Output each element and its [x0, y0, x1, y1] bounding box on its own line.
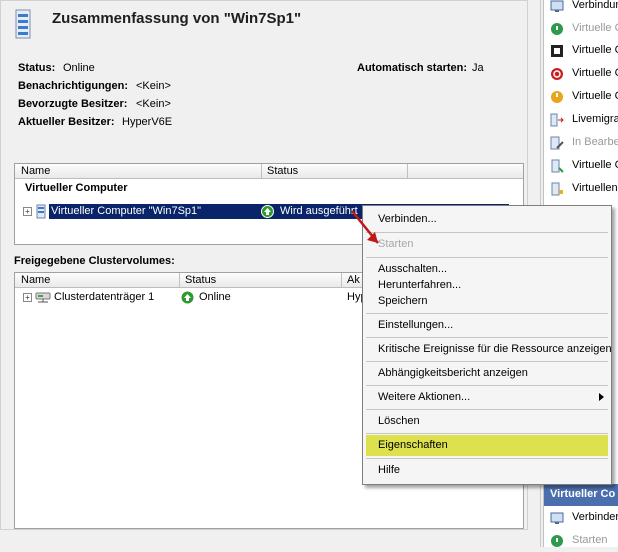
migration-icon: [550, 113, 564, 127]
volume-name: Clusterdatenträger 1: [54, 291, 155, 303]
action-vm-poweroff[interactable]: Virtuelle C: [544, 63, 618, 85]
menu-item-properties[interactable]: Eigenschaften: [366, 435, 608, 456]
online-status-icon: [181, 291, 194, 304]
preferred-owner-value: <Kein>: [136, 98, 171, 110]
cluster-disk-icon: [35, 292, 51, 303]
start-icon: [551, 23, 563, 35]
menu-separator: [366, 409, 608, 410]
autostart-value: Ja: [472, 62, 484, 74]
menu-separator: [366, 433, 608, 434]
menu-separator: [366, 257, 608, 258]
action-vm[interactable]: Virtuelle C: [544, 155, 618, 177]
action-vm-add[interactable]: Virtuellen: [544, 178, 618, 200]
vm-table-header: Name Status: [15, 164, 523, 179]
annotation-arrow-icon: [351, 210, 379, 244]
power-off-icon: [551, 68, 563, 80]
menu-separator: [366, 337, 608, 338]
vm-add-icon: [551, 182, 563, 196]
vol-col-status[interactable]: Status: [185, 274, 216, 286]
menu-separator: [366, 458, 608, 459]
current-owner-value: HyperV6E: [122, 116, 173, 128]
menu-item-start[interactable]: Starten: [366, 235, 608, 253]
running-status-icon: [261, 205, 274, 218]
action-in-progress[interactable]: In Bearbe: [544, 132, 618, 154]
edit-icon: [550, 136, 564, 150]
menu-separator: [366, 313, 608, 314]
vm-name: Virtueller Computer "Win7Sp1": [51, 205, 202, 217]
expand-toggle[interactable]: +: [23, 207, 32, 216]
start-icon: [551, 535, 563, 547]
menu-separator: [366, 361, 608, 362]
connect-icon: [550, 0, 564, 12]
shutdown-icon: [551, 91, 563, 103]
menu-item-settings[interactable]: Einstellungen...: [366, 316, 608, 334]
notify-label: Benachrichtigungen:: [18, 80, 129, 92]
menu-item-delete[interactable]: Löschen: [366, 412, 608, 430]
vol-col-name[interactable]: Name: [21, 274, 50, 286]
vm-group-header: Virtueller Computer: [25, 182, 128, 194]
status-value: Online: [63, 62, 95, 74]
action-vm-stop[interactable]: Virtuelle C: [544, 40, 618, 62]
vm-col-name[interactable]: Name: [21, 165, 50, 177]
vm-col-status[interactable]: Status: [267, 165, 298, 177]
connect-icon: [550, 512, 564, 524]
preferred-owner-label: Bevorzugte Besitzer:: [18, 98, 128, 110]
menu-item-dependency-report[interactable]: Abhängigkeitsbericht anzeigen: [366, 364, 608, 382]
actions-section-header[interactable]: Virtueller Co: [544, 484, 618, 506]
volume-status: Online: [199, 291, 231, 303]
menu-item-save[interactable]: Speichern: [366, 292, 608, 310]
status-label: Status:: [18, 62, 56, 74]
notify-value: <Kein>: [136, 80, 171, 92]
action-connect[interactable]: Verbindun: [544, 0, 618, 17]
action-vm-shutdown[interactable]: Virtuelle C: [544, 86, 618, 108]
vm-icon: [36, 204, 46, 219]
context-menu: Verbinden... Starten Ausschalten... Heru…: [362, 205, 612, 485]
page-title: Zusammenfassung von "Win7Sp1": [52, 10, 302, 27]
volumes-heading: Freigegebene Clustervolumes:: [14, 255, 175, 267]
menu-item-critical-events[interactable]: Kritische Ereignisse für die Ressource a…: [366, 340, 612, 358]
menu-item-connect[interactable]: Verbinden...: [366, 210, 608, 228]
action-live-migration[interactable]: Livemigra: [544, 109, 618, 131]
menu-item-more-actions[interactable]: Weitere Aktionen...: [366, 388, 608, 406]
menu-item-help[interactable]: Hilfe: [366, 461, 608, 479]
stop-icon: [551, 45, 563, 57]
autostart-label: Automatisch starten:: [357, 62, 468, 74]
vol-col-3[interactable]: Ak: [347, 274, 360, 286]
action-vm-start[interactable]: Virtuelle C: [544, 18, 618, 40]
expand-toggle[interactable]: +: [23, 293, 32, 302]
vm-icon: [551, 159, 564, 173]
action-start-bottom[interactable]: Starten: [544, 530, 618, 552]
current-owner-label: Aktueller Besitzer:: [18, 116, 115, 128]
server-icon: [15, 9, 31, 39]
menu-separator: [366, 385, 608, 386]
submenu-arrow-icon: [599, 393, 604, 401]
action-connect-bottom[interactable]: Verbinder: [544, 507, 618, 529]
menu-separator: [366, 232, 608, 233]
